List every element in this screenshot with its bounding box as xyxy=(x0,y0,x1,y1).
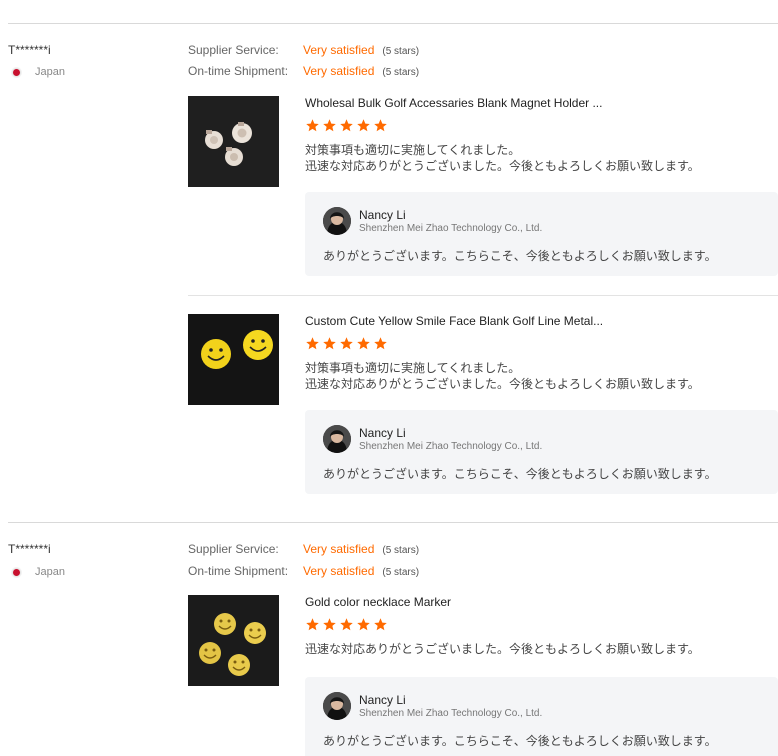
supplier-service-stars: (5 stars) xyxy=(382,545,420,556)
product-review: Gold color necklace Marker 迅速な対応ありがとうござい… xyxy=(188,595,778,756)
star-icon xyxy=(374,618,387,631)
reply-text: ありがとうございます。こちらこそ、今後ともよろしくお願い致します。 xyxy=(323,467,717,481)
supplier-reply: Nancy Li Shenzhen Mei Zhao Technology Co… xyxy=(305,192,778,276)
golf-marker-holder-image xyxy=(188,96,279,187)
product-divider xyxy=(188,295,778,296)
supplier-reply: Nancy Li Shenzhen Mei Zhao Technology Co… xyxy=(305,677,778,756)
star-icon xyxy=(323,119,336,132)
review-text-line: 迅速な対応ありがとうございました。今後ともよろしくお願い致します。 xyxy=(305,377,700,391)
review-text: 対策事項も適切に実施してくれました。 迅速な対応ありがとうございました。今後とも… xyxy=(305,360,700,392)
japan-flag-icon xyxy=(12,567,21,577)
supplier-service-value: Very satisfied xyxy=(303,542,375,556)
reply-author-name: Nancy Li xyxy=(359,426,406,440)
product-title[interactable]: Gold color necklace Marker xyxy=(305,595,451,609)
star-icon xyxy=(306,119,319,132)
reply-author-name: Nancy Li xyxy=(359,208,406,222)
product-title[interactable]: Custom Cute Yellow Smile Face Blank Golf… xyxy=(305,314,603,328)
review-text: 迅速な対応ありがとうございました。今後ともよろしくお願い致します。 xyxy=(305,641,700,657)
reply-company: Shenzhen Mei Zhao Technology Co., Ltd. xyxy=(359,441,543,452)
avatar xyxy=(323,207,351,235)
shipment-value: Very satisfied xyxy=(303,564,375,578)
product-thumbnail[interactable] xyxy=(188,314,279,405)
review-text-line: 対策事項も適切に実施してくれました。 xyxy=(305,143,521,157)
supplier-reply: Nancy Li Shenzhen Mei Zhao Technology Co… xyxy=(305,410,778,494)
review-divider xyxy=(8,23,778,24)
star-icon xyxy=(323,337,336,350)
review-text-line: 迅速な対応ありがとうございました。今後ともよろしくお願い致します。 xyxy=(305,159,700,173)
reply-text: ありがとうございます。こちらこそ、今後ともよろしくお願い致します。 xyxy=(323,734,717,748)
star-icon xyxy=(357,337,370,350)
product-thumbnail[interactable] xyxy=(188,96,279,187)
product-review: Custom Cute Yellow Smile Face Blank Golf… xyxy=(188,314,778,499)
buyer-name: T*******i xyxy=(8,542,51,556)
buyer-country: Japan xyxy=(12,66,65,78)
avatar-image xyxy=(323,425,351,453)
star-icon xyxy=(323,618,336,631)
supplier-service-label: Supplier Service: xyxy=(188,43,279,57)
country-label: Japan xyxy=(35,566,65,578)
review-text-line: 迅速な対応ありがとうございました。今後ともよろしくお願い致します。 xyxy=(305,642,700,656)
reply-author-name: Nancy Li xyxy=(359,693,406,707)
avatar-image xyxy=(323,692,351,720)
product-thumbnail[interactable] xyxy=(188,595,279,686)
gold-marker-image xyxy=(188,595,279,686)
product-rating-stars xyxy=(305,617,388,632)
avatar-image xyxy=(323,207,351,235)
star-icon xyxy=(306,618,319,631)
star-icon xyxy=(374,337,387,350)
supplier-service-value: Very satisfied xyxy=(303,43,375,57)
review-text: 対策事項も適切に実施してくれました。 迅速な対応ありがとうございました。今後とも… xyxy=(305,142,700,174)
buyer-country: Japan xyxy=(12,566,65,578)
shipment-row: On-time Shipment: Very satisfied (5 star… xyxy=(188,564,419,578)
product-rating-stars xyxy=(305,118,388,133)
star-icon xyxy=(340,337,353,350)
product-review: Wholesal Bulk Golf Accessaries Blank Mag… xyxy=(188,96,778,281)
product-rating-stars xyxy=(305,336,388,351)
review-divider xyxy=(8,522,778,523)
avatar xyxy=(323,425,351,453)
shipment-value: Very satisfied xyxy=(303,64,375,78)
avatar xyxy=(323,692,351,720)
country-label: Japan xyxy=(35,66,65,78)
buyer-name: T*******i xyxy=(8,43,51,57)
reply-company: Shenzhen Mei Zhao Technology Co., Ltd. xyxy=(359,708,543,719)
review-text-line: 対策事項も適切に実施してくれました。 xyxy=(305,361,521,375)
shipment-stars: (5 stars) xyxy=(382,567,420,578)
star-icon xyxy=(306,337,319,350)
star-icon xyxy=(340,119,353,132)
supplier-service-stars: (5 stars) xyxy=(382,46,420,57)
reply-company: Shenzhen Mei Zhao Technology Co., Ltd. xyxy=(359,223,543,234)
shipment-label: On-time Shipment: xyxy=(188,64,289,78)
star-icon xyxy=(374,119,387,132)
smile-face-marker-image xyxy=(188,314,279,405)
supplier-service-label: Supplier Service: xyxy=(188,542,279,556)
shipment-stars: (5 stars) xyxy=(382,67,420,78)
star-icon xyxy=(340,618,353,631)
supplier-service-row: Supplier Service: Very satisfied (5 star… xyxy=(188,43,419,57)
japan-flag-icon xyxy=(12,67,21,77)
star-icon xyxy=(357,618,370,631)
product-title[interactable]: Wholesal Bulk Golf Accessaries Blank Mag… xyxy=(305,96,602,110)
reply-text: ありがとうございます。こちらこそ、今後ともよろしくお願い致します。 xyxy=(323,249,717,263)
shipment-label: On-time Shipment: xyxy=(188,564,289,578)
shipment-row: On-time Shipment: Very satisfied (5 star… xyxy=(188,64,419,78)
star-icon xyxy=(357,119,370,132)
supplier-service-row: Supplier Service: Very satisfied (5 star… xyxy=(188,542,419,556)
